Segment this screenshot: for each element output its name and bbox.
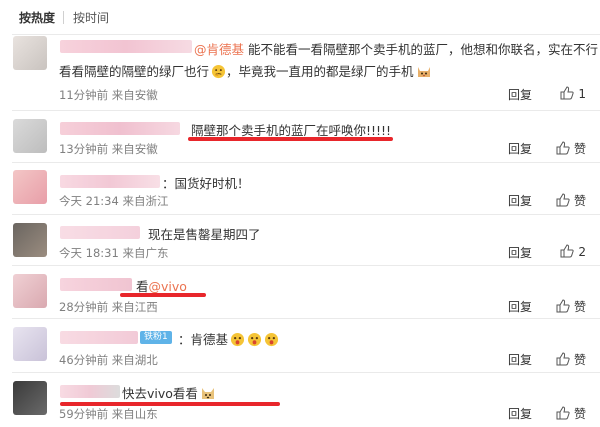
sort-by-hot-tab[interactable]: 按热度 (19, 9, 55, 26)
reply-button[interactable]: 回复 (508, 351, 532, 368)
comment-item: ：国货好时机！ 今天 21:34 来自浙江 回复 赞 (0, 162, 600, 214)
comment-meta: 46分钟前 来自湖北 (59, 353, 158, 367)
comment-item: 隔壁那个卖手机的蓝厂在呼唤你!!!!! 13分钟前 来自安徽 回复 赞 (0, 110, 600, 162)
avatar[interactable] (13, 223, 47, 257)
mention-link[interactable]: @vivo (149, 279, 187, 294)
username[interactable] (60, 226, 140, 239)
like-count: 1 (578, 87, 586, 101)
like-button[interactable]: 1 (560, 86, 586, 103)
divider (12, 265, 600, 266)
like-label: 赞 (573, 194, 586, 208)
shocked-emoji-icon (230, 332, 245, 350)
reply-button[interactable]: 回复 (508, 405, 532, 422)
thumbs-up-icon (556, 141, 570, 158)
thinking-emoji-icon (211, 64, 226, 82)
comment-meta: 13分钟前 来自安徽 (59, 142, 158, 156)
comment-meta: 28分钟前 来自江西 (59, 300, 158, 314)
cat-emoji-icon (416, 64, 432, 82)
username[interactable] (60, 278, 132, 291)
thumbs-up-icon (560, 244, 574, 261)
like-label: 赞 (573, 407, 586, 421)
like-button[interactable]: 赞 (556, 140, 586, 158)
username[interactable] (60, 122, 180, 135)
username[interactable] (60, 40, 192, 53)
comment-meta: 今天 18:31 来自广东 (59, 246, 169, 260)
comment-item: 快去vivo看看 59分钟前 来自山东 回复 赞 (0, 372, 600, 427)
comment-text: ：肯德基 (178, 332, 229, 347)
comment-meta: 59分钟前 来自山东 (59, 407, 158, 421)
thumbs-up-icon (556, 193, 570, 210)
username[interactable] (60, 331, 138, 344)
fan-badge[interactable]: 铁粉1 (140, 331, 172, 344)
avatar[interactable] (13, 327, 47, 361)
avatar[interactable] (13, 170, 47, 204)
like-label: 赞 (573, 353, 586, 367)
divider (12, 162, 600, 163)
like-button[interactable]: 赞 (556, 192, 586, 210)
comment-text: ：国货好时机！ (162, 176, 250, 191)
reply-button[interactable]: 回复 (508, 140, 532, 157)
shocked-emoji-icon (264, 332, 279, 350)
like-button[interactable]: 赞 (556, 351, 586, 369)
comment-text: ，毕竟我一直用的都是绿厂的手机 (226, 64, 414, 79)
avatar[interactable] (13, 119, 47, 153)
comment-text: 看看隔壁的隔壁的绿厂也行 (59, 64, 210, 79)
thumbs-up-icon (556, 299, 570, 316)
comment-item: @肯德基 能不能看一看隔壁那个卖手机的蓝厂，他想和你联名，实在不行 看看隔壁的隔… (0, 34, 600, 110)
avatar[interactable] (13, 36, 47, 70)
mention-link[interactable]: @肯德基 (194, 42, 244, 57)
like-label: 赞 (573, 142, 586, 156)
username[interactable] (60, 175, 160, 188)
shocked-emoji-icon (247, 332, 262, 350)
username[interactable] (60, 385, 120, 398)
divider (12, 372, 600, 373)
sort-by-time-tab[interactable]: 按时间 (73, 9, 109, 26)
avatar[interactable] (13, 381, 47, 415)
sort-divider (63, 11, 64, 24)
comment-text: 看 (136, 279, 149, 294)
comment-text: 快去vivo看看 (122, 386, 198, 401)
comment-item: 铁粉1 ：肯德基 46分钟前 来自湖北 回复 赞 (0, 318, 600, 372)
comment-meta: 今天 21:34 来自浙江 (59, 194, 169, 208)
reply-button[interactable]: 回复 (508, 244, 532, 261)
comment-text: 现在是售罄星期四了 (148, 227, 261, 242)
divider (12, 34, 600, 35)
like-button[interactable]: 赞 (556, 405, 586, 423)
red-underline-annotation (188, 137, 393, 141)
divider (12, 214, 600, 215)
like-button[interactable]: 赞 (556, 298, 586, 316)
reply-button[interactable]: 回复 (508, 192, 532, 209)
like-count: 2 (578, 245, 586, 259)
reply-button[interactable]: 回复 (508, 298, 532, 315)
comment-item: 现在是售罄星期四了 今天 18:31 来自广东 回复 2 (0, 214, 600, 265)
sort-bar: 按热度 按时间 (0, 0, 600, 34)
reply-button[interactable]: 回复 (508, 86, 532, 103)
divider (12, 110, 600, 111)
red-underline-annotation (120, 293, 206, 297)
like-button[interactable]: 2 (560, 244, 586, 261)
comment-text: 能不能看一看隔壁那个卖手机的蓝厂，他想和你联名，实在不行 (248, 42, 599, 57)
avatar[interactable] (13, 274, 47, 308)
comment-meta: 11分钟前 来自安徽 (59, 88, 158, 102)
divider (12, 318, 600, 319)
thumbs-up-icon (556, 406, 570, 423)
thumbs-up-icon (560, 86, 574, 103)
like-label: 赞 (573, 300, 586, 314)
comment-item: 看@vivo 28分钟前 来自江西 回复 赞 (0, 265, 600, 318)
thumbs-up-icon (556, 352, 570, 369)
